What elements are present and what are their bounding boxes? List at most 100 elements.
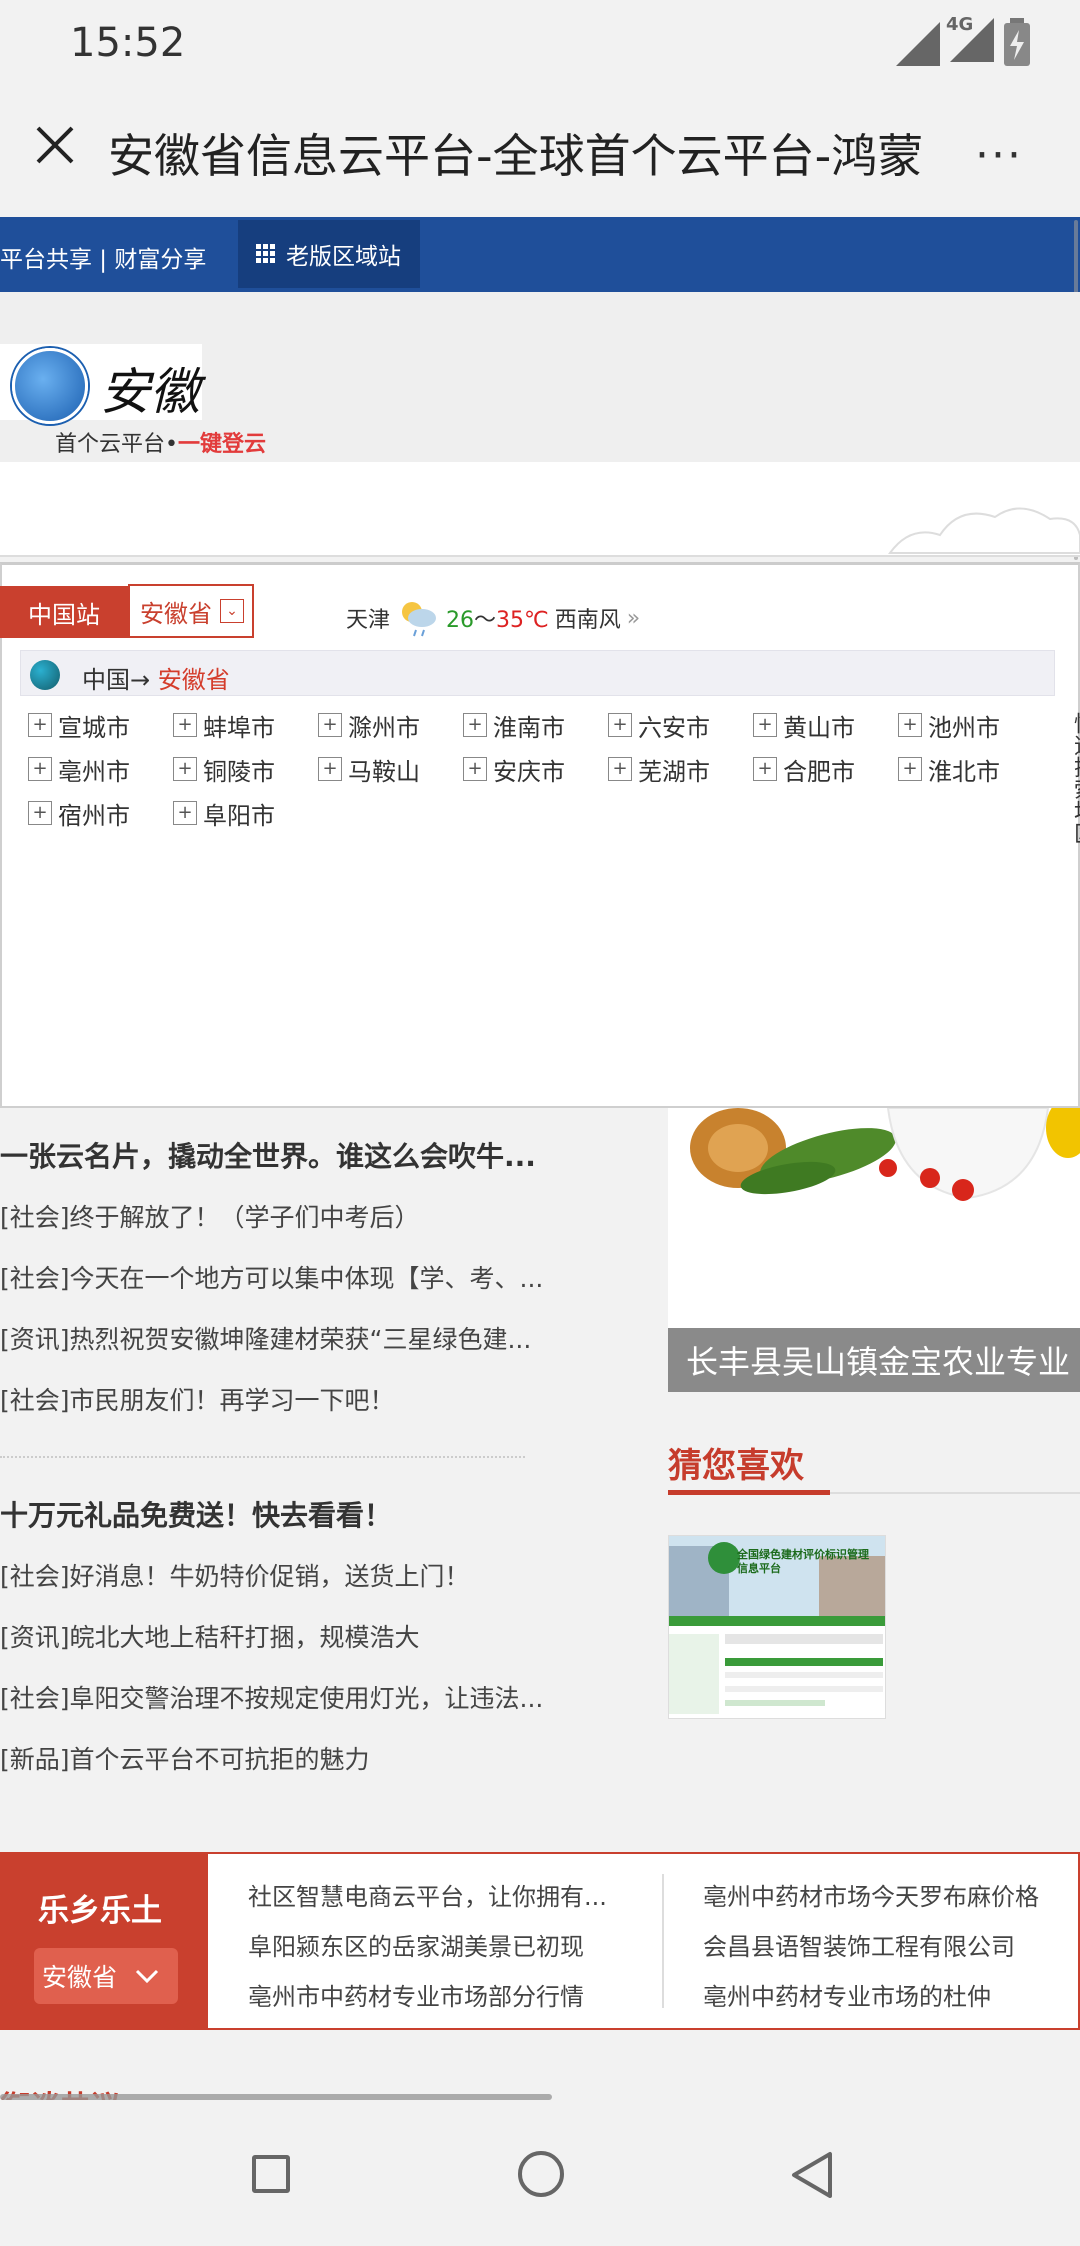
strip-link[interactable]: 亳州中药材专业市场的杜仲 xyxy=(703,1977,991,2012)
city-item[interactable]: + 芜湖市 xyxy=(608,754,753,786)
city-label: 铜陵市 xyxy=(203,757,275,786)
weather-city: 天津 xyxy=(346,608,391,633)
side-search-strip[interactable]: 快速搜索地区 xyxy=(1062,712,1080,844)
strip-province-label: 安徽省 xyxy=(42,1963,118,1992)
plus-icon[interactable]: + xyxy=(173,713,197,737)
news-item[interactable]: [社会]终于解放了！（学子们中考后） xyxy=(0,1198,420,1234)
news-item[interactable]: [社会]阜阳交警治理不按规定使用灯光，让违法... xyxy=(0,1679,543,1715)
plus-icon[interactable]: + xyxy=(898,713,922,737)
guess-you-like-title: 猜您喜欢 xyxy=(668,1446,804,1486)
recent-apps-icon[interactable] xyxy=(252,2155,290,2193)
feature-caption[interactable]: 长丰县吴山镇金宝农业专业 xyxy=(668,1328,1080,1392)
city-item[interactable]: + 合肥市 xyxy=(753,754,898,786)
strip-title: 乐乡乐土 xyxy=(38,1893,162,1929)
double-chevron-right-icon[interactable]: » xyxy=(627,606,640,631)
news-item[interactable]: [资讯]热烈祝贺安徽坤隆建材荣获“三星绿色建... xyxy=(0,1320,531,1356)
news-item[interactable]: [资讯]皖北大地上秸秆打捆，规模浩大 xyxy=(0,1618,420,1654)
city-label: 合肥市 xyxy=(783,757,855,786)
city-item[interactable]: + 淮北市 xyxy=(898,754,1043,786)
region-panel xyxy=(0,562,1080,1108)
sun-rain-icon xyxy=(402,602,437,637)
province-select[interactable]: 安徽省 ⌄ xyxy=(128,584,254,638)
plus-icon[interactable]: + xyxy=(318,713,342,737)
city-item[interactable]: + 阜阳市 xyxy=(173,798,318,830)
city-label: 蚌埠市 xyxy=(203,713,275,742)
china-station-tab[interactable]: 中国站 xyxy=(0,586,128,638)
city-item[interactable]: + 蚌埠市 xyxy=(173,710,318,742)
city-label: 宿州市 xyxy=(58,801,130,830)
plus-icon[interactable]: + xyxy=(463,757,487,781)
plus-icon[interactable]: + xyxy=(898,757,922,781)
back-icon[interactable] xyxy=(790,2150,834,2200)
city-grid: + 宣城市 + 蚌埠市 + 滁州市 + 淮南市 + 六安市 + 黄山市 + 池州市 + 亳州市 + 铜陵市 + 马鞍山… xyxy=(28,710,1038,830)
city-item[interactable]: + 宣城市 xyxy=(28,710,173,742)
strip-link[interactable]: 社区智慧电商云平台，让你拥有... xyxy=(248,1877,607,1912)
strip-link[interactable]: 阜阳颍东区的岳家湖美景已初现 xyxy=(248,1927,584,1962)
old-site-button[interactable]: 老版区域站 xyxy=(238,220,420,288)
city-item[interactable]: + 滁州市 xyxy=(318,710,463,742)
news-group1-title[interactable]: 一张云名片，撬动全世界。谁这么会吹牛... xyxy=(0,1135,536,1175)
plus-icon[interactable]: + xyxy=(318,757,342,781)
plus-icon[interactable]: + xyxy=(173,757,197,781)
status-icons: 4G xyxy=(896,14,1030,66)
city-label: 宣城市 xyxy=(58,713,130,742)
city-item[interactable]: + 六安市 xyxy=(608,710,753,742)
plus-icon[interactable]: + xyxy=(173,801,197,825)
strip-link[interactable]: 亳州市中药材专业市场部分行情 xyxy=(248,1977,584,2012)
guess-thumbnail[interactable]: 全国绿色建材评价标识管理信息平台 xyxy=(668,1535,886,1719)
feature-image[interactable] xyxy=(668,1108,1080,1328)
news-group2-title[interactable]: 十万元礼品免费送！快去看看！ xyxy=(0,1494,392,1534)
topnav-links[interactable]: 平台共享 | 财富分享 xyxy=(0,240,206,274)
plus-icon[interactable]: + xyxy=(28,801,52,825)
news-item[interactable]: [社会]今天在一个地方可以集中体现【学、考、... xyxy=(0,1259,543,1295)
plus-icon[interactable]: + xyxy=(28,757,52,781)
plus-icon[interactable]: + xyxy=(753,757,777,781)
plus-icon[interactable]: + xyxy=(753,713,777,737)
news-item[interactable]: [新品]首个云平台不可抗拒的魅力 xyxy=(0,1740,370,1776)
logo-tagline: 首个云平台•一键登云 xyxy=(55,432,266,457)
city-item[interactable]: + 亳州市 xyxy=(28,754,173,786)
city-label: 滁州市 xyxy=(348,713,420,742)
city-item[interactable]: + 宿州市 xyxy=(28,798,173,830)
status-time: 15:52 xyxy=(70,20,186,66)
city-label: 黄山市 xyxy=(783,713,855,742)
city-item[interactable]: + 池州市 xyxy=(898,710,1043,742)
battery-icon xyxy=(1004,18,1030,66)
chevron-down-icon xyxy=(135,1969,159,1983)
news-item[interactable]: [社会]市民朋友们！再学习一下吧！ xyxy=(0,1381,395,1417)
strip-link[interactable]: 亳州中药材市场今天罗布麻价格 xyxy=(703,1877,1039,1912)
breadcrumb-current: 安徽省 xyxy=(157,666,230,694)
signal-icon xyxy=(896,22,940,66)
city-item[interactable]: + 马鞍山 xyxy=(318,754,463,786)
city-item[interactable]: + 淮南市 xyxy=(463,710,608,742)
home-icon[interactable] xyxy=(518,2151,564,2197)
city-item[interactable]: + 铜陵市 xyxy=(173,754,318,786)
plus-icon[interactable]: + xyxy=(608,713,632,737)
city-label: 芜湖市 xyxy=(638,757,710,786)
grid-icon xyxy=(256,244,275,263)
plus-icon[interactable]: + xyxy=(608,757,632,781)
plus-icon[interactable]: + xyxy=(28,713,52,737)
strip-province-select[interactable]: 安徽省 xyxy=(34,1948,178,2004)
more-menu-button[interactable]: ··· xyxy=(975,130,1023,181)
old-site-label: 老版区域站 xyxy=(286,244,401,270)
weather-wind: 西南风 xyxy=(554,608,621,633)
logo-calligraphy: 安徽 xyxy=(100,363,200,421)
city-label: 淮北市 xyxy=(928,757,1000,786)
city-item[interactable]: + 黄山市 xyxy=(753,710,898,742)
thumb-heading: 全国绿色建材评价标识管理信息平台 xyxy=(737,1548,869,1575)
close-icon[interactable] xyxy=(30,120,80,170)
breadcrumb-root[interactable]: 中国→ xyxy=(82,666,150,694)
plus-icon[interactable]: + xyxy=(463,713,487,737)
city-item[interactable]: + 安庆市 xyxy=(463,754,608,786)
city-label: 马鞍山 xyxy=(348,757,420,786)
city-label: 池州市 xyxy=(928,713,1000,742)
chevron-down-icon: ⌄ xyxy=(220,599,244,623)
breadcrumb-text: 中国→ 安徽省 xyxy=(82,660,230,695)
news-item[interactable]: [社会]好消息！牛奶特价促销，送货上门！ xyxy=(0,1557,470,1593)
strip-link[interactable]: 会昌县语智装饰工程有限公司 xyxy=(703,1927,1015,1962)
signal-4g-icon: 4G xyxy=(946,14,994,66)
city-label: 阜阳市 xyxy=(203,801,275,830)
weather-high: 35℃ xyxy=(496,608,549,633)
news-divider xyxy=(0,1456,525,1458)
